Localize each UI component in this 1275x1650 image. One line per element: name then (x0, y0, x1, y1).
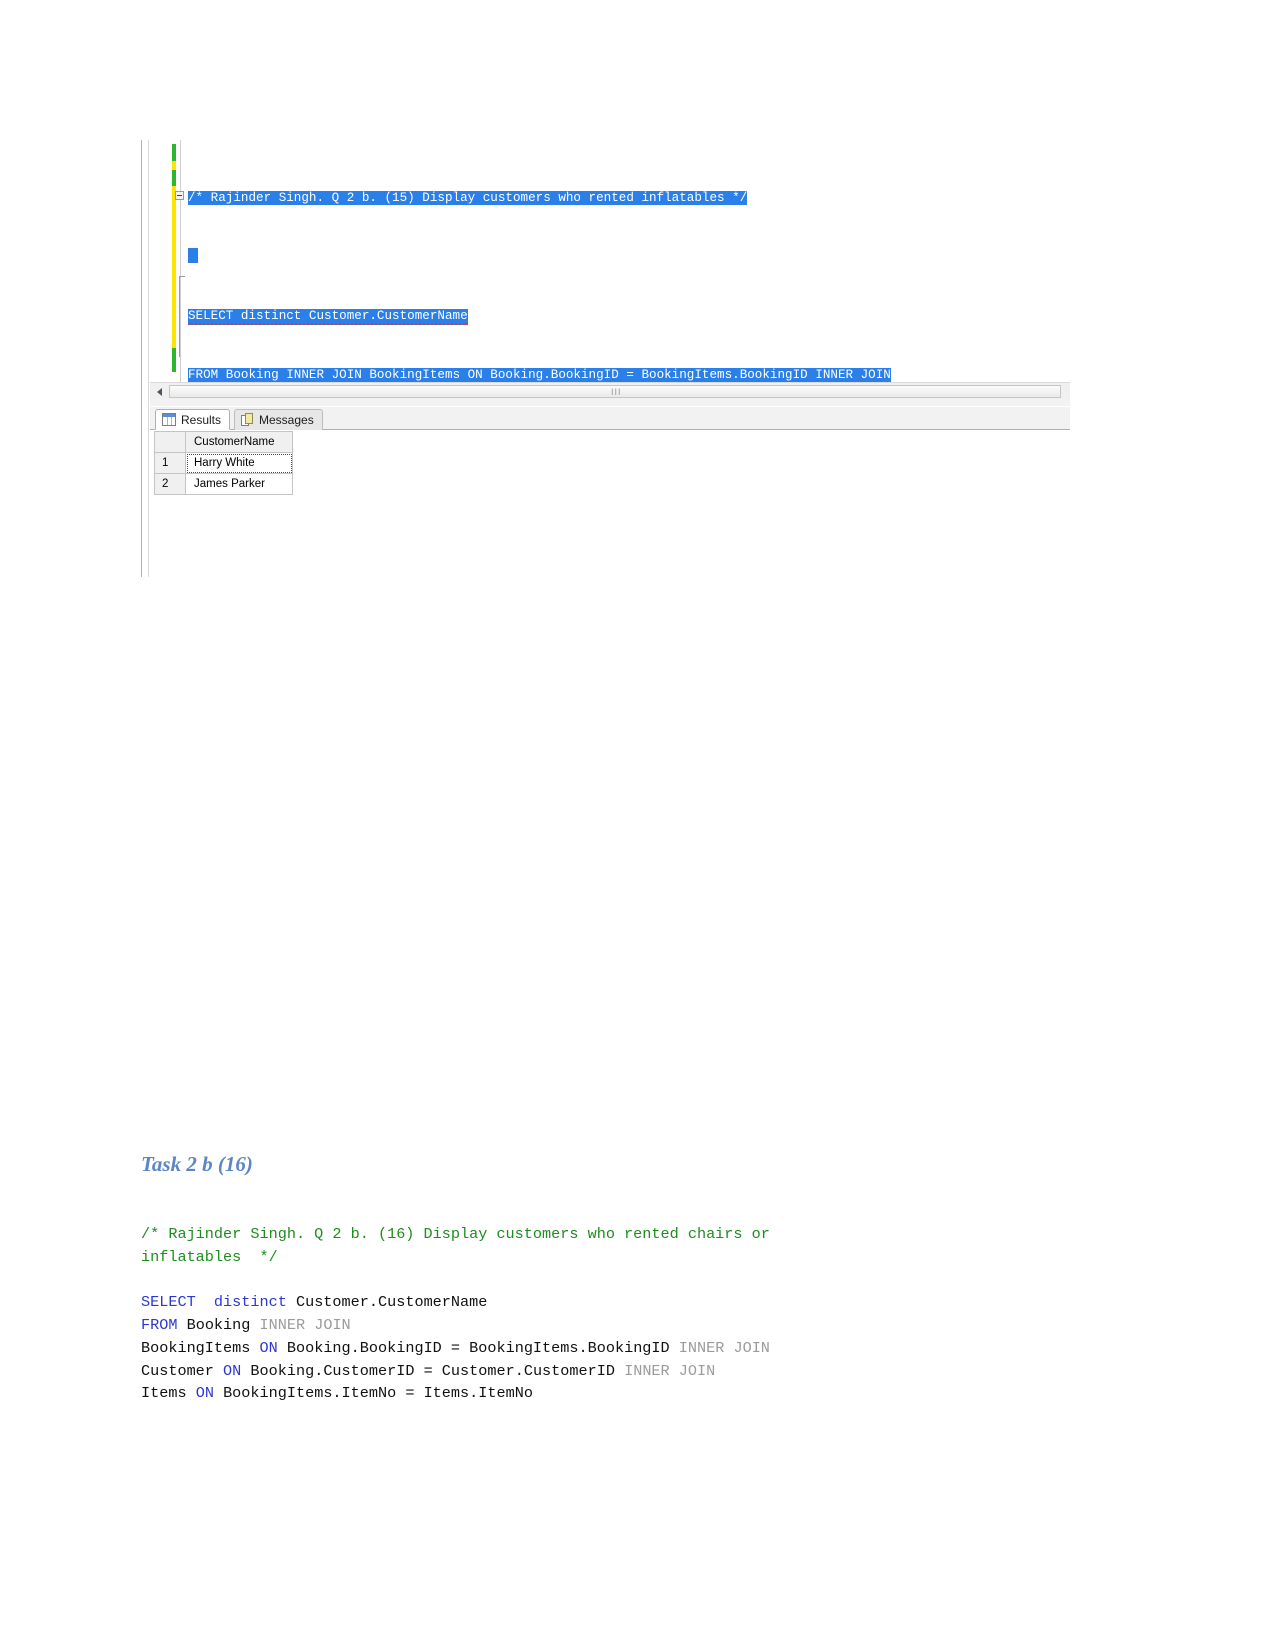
tab-messages[interactable]: Messages (234, 409, 323, 430)
document-body: Task 2 b (16) /* Rajinder Singh. Q 2 b. … (141, 1150, 1041, 1405)
code-from-table: Booking (186, 1315, 251, 1334)
gutter-separator (180, 140, 181, 382)
code-join-cond-4: BookingItems.ItemNo = Items.ItemNo (223, 1384, 533, 1403)
row-number[interactable]: 2 (154, 473, 186, 495)
editor-line-text: /* Rajinder Singh. Q 2 b. (15) Display c… (188, 191, 748, 206)
results-tabstrip: Results Messages (150, 407, 1070, 430)
window-left-rail (141, 140, 149, 577)
results-grid[interactable]: CustomerName 1 Harry White 2 James Parke… (154, 431, 293, 495)
code-comment-line-2: inflatables */ (141, 1247, 278, 1266)
tab-results[interactable]: Results (155, 409, 231, 430)
code-kw-on-2: ON (259, 1338, 278, 1357)
tab-results-label: Results (181, 412, 222, 427)
code-join-table-3: Customer (141, 1361, 214, 1380)
change-bar-saved-bottom (172, 348, 176, 372)
editor-line-text: FROM Booking INNER JOIN BookingItems ON … (188, 367, 891, 382)
outline-region-line (179, 277, 180, 357)
page-title: Task 2 b (16) (141, 1152, 253, 1176)
code-join-cond-2: Booking.BookingID = BookingItems.Booking… (286, 1338, 670, 1357)
query-editor-pane[interactable]: /* Rajinder Singh. Q 2 b. (15) Display c… (150, 140, 1070, 382)
code-select-columns: Customer.CustomerName (295, 1293, 488, 1312)
sql-code-block: /* Rajinder Singh. Q 2 b. (16) Display c… (141, 1200, 1041, 1405)
scrollbar-thumb[interactable]: III (169, 385, 1061, 398)
chevron-left-icon (156, 387, 162, 396)
change-bar-saved-mid (172, 170, 176, 186)
editor-line: FROM Booking INNER JOIN BookingItems ON … (188, 366, 1070, 382)
code-kw-inner-join-3: INNER JOIN (624, 1361, 716, 1380)
editor-line (188, 247, 1070, 268)
editor-line: SELECT distinct Customer.CustomerName (188, 307, 1070, 327)
code-kw-inner-join-2: INNER JOIN (678, 1338, 770, 1357)
grid-header-row: CustomerName (154, 431, 293, 453)
editor-line-empty-selection (188, 247, 198, 263)
editor-gutter (150, 140, 185, 382)
code-join-table-4: Items (141, 1384, 187, 1403)
code-join-table-2: BookingItems (141, 1338, 251, 1357)
row-number[interactable]: 1 (154, 452, 186, 474)
code-kw-on-4: ON (195, 1384, 214, 1403)
code-kw-inner-join-1: INNER JOIN (259, 1315, 351, 1334)
scrollbar-grip-icon: III (611, 387, 622, 397)
code-kw-distinct: distinct (213, 1293, 287, 1312)
results-pane[interactable]: CustomerName 1 Harry White 2 James Parke… (150, 430, 1070, 577)
cell-customername[interactable]: Harry White (185, 452, 293, 474)
cell-customername[interactable]: James Parker (185, 473, 293, 495)
scroll-left-button[interactable] (151, 384, 167, 399)
editor-line-text: SELECT distinct Customer.CustomerName (188, 308, 468, 325)
editor-horizontal-scrollbar[interactable]: III (150, 382, 1070, 399)
code-kw-from: FROM (141, 1315, 178, 1334)
table-row[interactable]: 2 James Parker (154, 473, 293, 495)
tab-messages-label: Messages (259, 413, 314, 427)
outline-region-end-tick (179, 276, 185, 277)
grid-icon (162, 413, 176, 426)
grid-corner-header[interactable] (154, 431, 186, 453)
ssms-screenshot: /* Rajinder Singh. Q 2 b. (15) Display c… (141, 140, 1070, 577)
pane-splitter[interactable] (150, 399, 1070, 407)
code-kw-select: SELECT (141, 1293, 196, 1312)
editor-line: /* Rajinder Singh. Q 2 b. (15) Display c… (188, 189, 1070, 209)
table-row[interactable]: 1 Harry White (154, 452, 293, 474)
messages-icon (241, 413, 254, 427)
code-comment-line-1: /* Rajinder Singh. Q 2 b. (16) Display c… (141, 1224, 770, 1243)
outline-collapse-toggle[interactable] (175, 191, 184, 200)
code-join-cond-3: Booking.CustomerID = Customer.CustomerID (250, 1361, 615, 1380)
grid-column-header-customername[interactable]: CustomerName (185, 431, 293, 453)
change-bar-saved-top (172, 144, 176, 161)
code-kw-on-3: ON (223, 1361, 242, 1380)
editor-code[interactable]: /* Rajinder Singh. Q 2 b. (15) Display c… (188, 150, 1070, 382)
